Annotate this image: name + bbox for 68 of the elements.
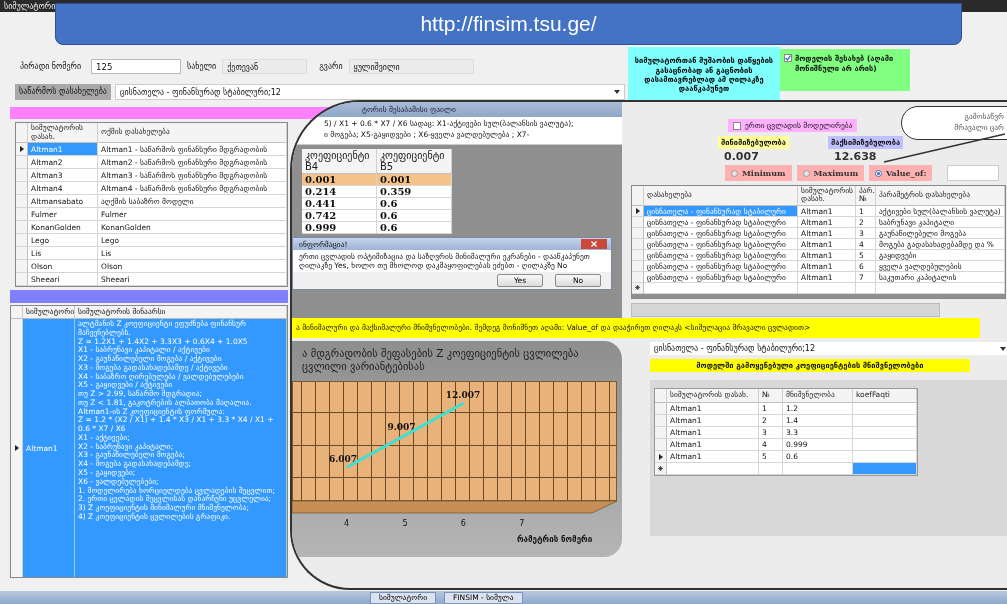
row-selector[interactable] — [655, 451, 667, 463]
radio-label: Value_of: — [886, 168, 927, 178]
x-tick-label: 5 — [402, 519, 408, 529]
header-corner — [632, 186, 644, 206]
column-header[interactable]: კოეფიციენტი B5 — [377, 149, 452, 174]
table-cell — [853, 427, 917, 439]
table-cell[interactable] — [667, 463, 759, 475]
close-button[interactable] — [581, 239, 607, 249]
max-value: 12.638 — [833, 150, 878, 163]
table-cell — [853, 439, 917, 451]
url-text: http://finsim.tsu.ge/ — [420, 12, 597, 36]
table-cell[interactable] — [644, 282, 798, 294]
radio-button[interactable] — [731, 169, 738, 177]
table-cell: 0.001 — [377, 174, 452, 186]
x-tick-label: 4 — [343, 519, 350, 529]
caret-icon — [999, 346, 1006, 351]
table-cell: 0.001 — [302, 174, 377, 186]
caret-icon — [613, 90, 620, 94]
new-row-icon — [635, 285, 640, 290]
value-input-field[interactable] — [947, 165, 1000, 181]
table-cell[interactable] — [759, 463, 783, 475]
x-tick-label: 6 — [460, 519, 466, 529]
table-cell: 0.441 — [302, 198, 377, 210]
table-cell — [853, 403, 917, 415]
radio-button[interactable] — [875, 169, 883, 177]
field-label: სახელი — [187, 62, 217, 71]
new-row-selector[interactable] — [632, 282, 644, 294]
x-axis-label: რამეტრის ნომერი — [516, 533, 594, 545]
row-selector[interactable] — [16, 143, 28, 156]
field-label: გვარი — [319, 62, 343, 71]
table-cell: 0.6 — [377, 210, 452, 222]
chart-title: ა მდგრადობის შეფასების Z კოეფიციენტის ცვლილება ცვლილი ვარიანტებისას — [301, 347, 580, 374]
last-name-field: ყულიშვილი — [348, 59, 474, 74]
new-row-selector[interactable] — [655, 463, 667, 475]
table-cell: 0.6 — [377, 198, 452, 210]
first-name-field: ქეთევან — [222, 59, 308, 74]
x-tick-label: 7 — [519, 519, 525, 529]
checkbox[interactable] — [733, 121, 741, 130]
window-title: სიმულატორი — [3, 1, 56, 11]
scroll-bar[interactable] — [631, 303, 940, 317]
column-header[interactable]: კოეფიციენტი B4 — [302, 149, 377, 174]
new-row-icon — [658, 466, 663, 471]
table-cell[interactable] — [798, 282, 856, 294]
header-corner — [16, 123, 28, 143]
checkbox[interactable] — [784, 54, 792, 62]
radio-button[interactable] — [802, 169, 810, 177]
table-cell[interactable] — [783, 463, 853, 475]
header-corner — [655, 389, 667, 403]
field-label: პირადი ნომერი — [20, 62, 82, 71]
close-icon — [591, 241, 597, 247]
company-dropdown[interactable]: ცისნათელა - ფინანსურად სტაბილური;12 — [650, 342, 1007, 355]
min-value: 0.007 — [723, 150, 760, 163]
table-cell: 0.359 — [377, 186, 452, 198]
company-label: საწარმოს დასახელება — [15, 84, 111, 100]
table-cell: 0.214 — [302, 186, 377, 198]
table-cell[interactable] — [876, 282, 1005, 294]
id-number-field[interactable]: 125 — [91, 59, 182, 74]
table-cell[interactable] — [856, 282, 876, 294]
table-cell: 0.742 — [302, 210, 377, 222]
table-cell — [853, 415, 917, 427]
radio-label: Maximum — [813, 168, 859, 178]
table-cell: 0.6 — [377, 222, 452, 234]
company-dropdown[interactable]: ცისნათელა - ფინანსურად სტაბილური;12 — [114, 84, 625, 100]
table-cell[interactable] — [853, 463, 917, 475]
table-cell: 0.999 — [302, 222, 377, 234]
radio-label: Minimum — [742, 168, 786, 178]
table-cell — [853, 451, 917, 463]
row-selector[interactable] — [632, 205, 644, 217]
